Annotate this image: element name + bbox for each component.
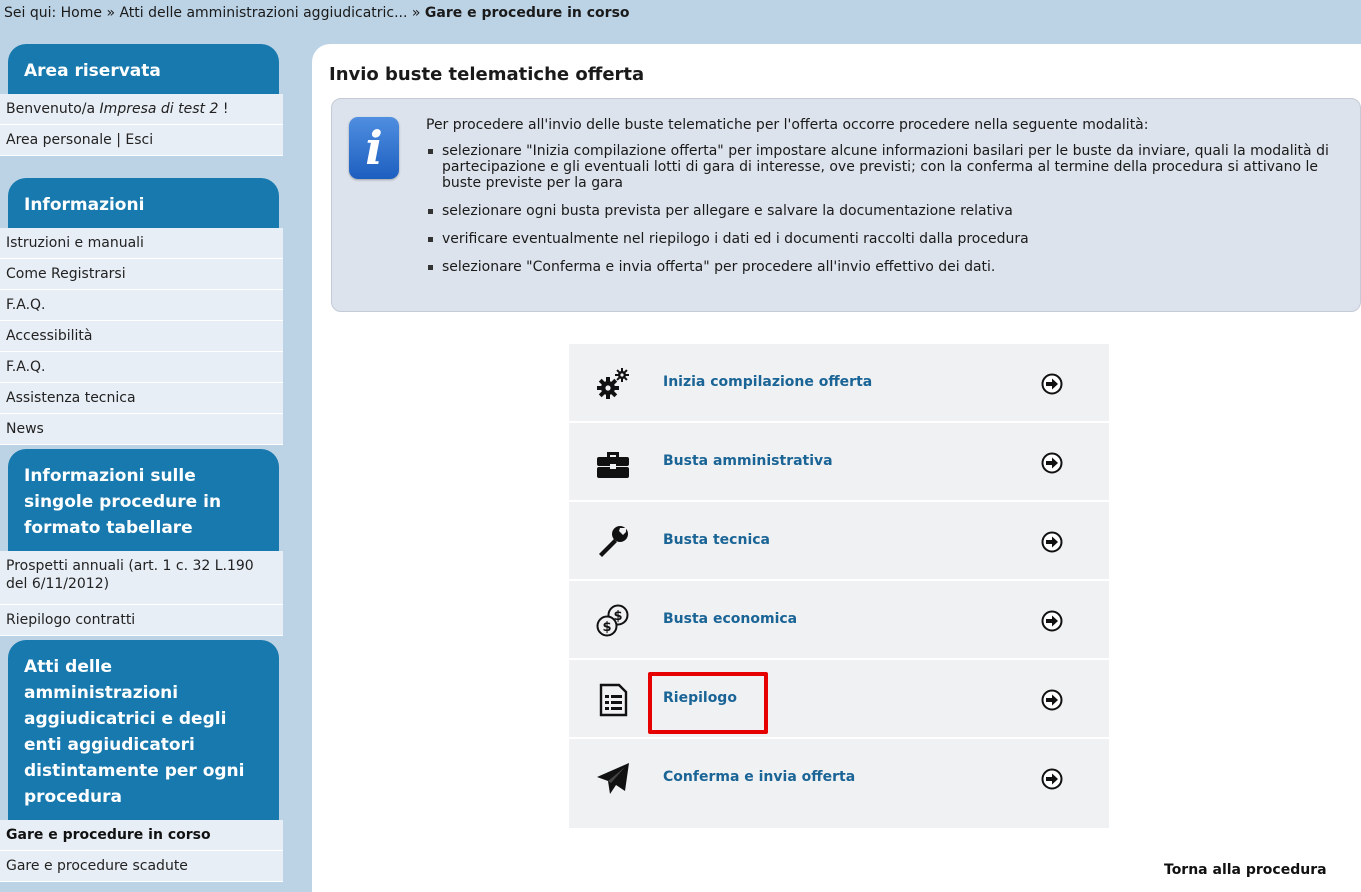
info-box: i Per procedere all'invio delle buste te… [331,98,1361,312]
welcome-prefix: Benvenuto/a [6,101,100,117]
arrow-right-circle-icon[interactable] [1041,610,1063,632]
info-intro: Per procedere all'invio delle buste tele… [426,117,1149,133]
sidebar-item-gare-in-corso[interactable]: Gare e procedure in corso [0,820,283,851]
sidebar-item-gare-scadute[interactable]: Gare e procedure scadute [0,851,283,882]
money-icon: $ $ [596,604,629,637]
sidebar-item-registrarsi[interactable]: Come Registrarsi [0,259,283,290]
informazioni-menu: Istruzioni e manuali Come Registrarsi F.… [0,228,283,445]
sidebar-item-accessibilita[interactable]: Accessibilità [0,321,283,352]
sidebar-item-prospetti[interactable]: Prospetti annuali (art. 1 c. 32 L.190 de… [0,551,283,605]
highlight-box [648,672,768,734]
tabellare-menu: Prospetti annuali (art. 1 c. 32 L.190 de… [0,551,283,636]
tabellare-header: Informazioni sulle singole procedure in … [8,449,279,551]
gears-icon [597,368,629,399]
sidebar-item-riepilogo-contratti[interactable]: Riepilogo contratti [0,605,283,636]
breadcrumb-separator: » [102,5,120,21]
action-busta-amministrativa[interactable]: Busta amministrativa [569,423,1109,502]
info-bullet: selezionare "Inizia compilazione offerta… [426,143,1346,191]
sidebar-item-istruzioni[interactable]: Istruzioni e manuali [0,228,283,259]
sidebar-item-news[interactable]: News [0,414,283,445]
personal-area-link[interactable]: Area personale [6,132,112,148]
action-label[interactable]: Conferma e invia offerta [663,769,855,785]
info-bullet: selezionare "Conferma e invia offerta" p… [426,259,1346,275]
logout-link[interactable]: Esci [125,132,153,148]
list-document-icon [599,683,628,717]
action-label[interactable]: Busta economica [663,611,797,627]
sidebar-item-faq-2[interactable]: F.A.Q. [0,352,283,383]
sidebar: Area riservata Benvenuto/a Impresa di te… [0,44,283,882]
info-bullet: selezionare ogni busta prevista per alle… [426,203,1346,219]
offer-actions: Inizia compilazione offerta Busta ammini… [569,344,1109,828]
breadcrumb-current: Gare e procedure in corso [424,5,630,21]
arrow-right-circle-icon[interactable] [1041,531,1063,553]
link-divider: | [111,132,126,148]
area-riservata-header: Area riservata [8,44,279,94]
sidebar-item-faq[interactable]: F.A.Q. [0,290,283,321]
breadcrumb-parent-link[interactable]: Atti delle amministrazioni aggiudicatric… [119,5,407,21]
breadcrumb-separator: » [407,5,425,21]
briefcase-icon [597,452,629,478]
atti-header: Atti delle amministrazioni aggiudicatric… [8,640,279,820]
breadcrumb-home-link[interactable]: Home [61,5,102,21]
page-title: Invio buste telematiche offerta [329,64,645,85]
info-icon: i [349,117,399,179]
breadcrumb: Sei qui: Home » Atti delle amministrazio… [0,0,1361,44]
welcome-suffix: ! [218,101,229,117]
action-label[interactable]: Inizia compilazione offerta [663,374,872,390]
arrow-right-circle-icon[interactable] [1041,452,1063,474]
paper-plane-icon [597,763,629,794]
breadcrumb-prefix: Sei qui: [4,5,61,21]
area-riservata-body: Benvenuto/a Impresa di test 2 ! Area per… [0,94,283,156]
action-inizia-compilazione[interactable]: Inizia compilazione offerta [569,344,1109,423]
info-bullet: verificare eventualmente nel riepilogo i… [426,231,1346,247]
welcome-text: Benvenuto/a Impresa di test 2 ! [0,94,283,125]
action-label[interactable]: Busta tecnica [663,532,770,548]
informazioni-header: Informazioni [8,178,279,228]
sidebar-item-assistenza[interactable]: Assistenza tecnica [0,383,283,414]
atti-menu: Gare e procedure in corso Gare e procedu… [0,820,283,882]
arrow-right-circle-icon[interactable] [1041,768,1063,790]
welcome-user: Impresa di test 2 [99,101,219,117]
main-panel: Invio buste telematiche offerta i Per pr… [312,44,1361,892]
action-busta-economica[interactable]: $ $ Busta economica [569,581,1109,660]
info-list: selezionare "Inizia compilazione offerta… [426,143,1346,287]
arrow-right-circle-icon[interactable] [1041,373,1063,395]
action-busta-tecnica[interactable]: Busta tecnica [569,502,1109,581]
action-conferma-invia[interactable]: Conferma e invia offerta [569,739,1109,818]
action-label[interactable]: Busta amministrativa [663,453,833,469]
wrench-icon [599,526,628,557]
back-to-procedure-link[interactable]: Torna alla procedura [1164,862,1327,878]
arrow-right-circle-icon[interactable] [1041,689,1063,711]
svg-text:$: $ [602,620,611,635]
svg-text:$: $ [613,609,622,624]
personal-area-row: Area personale | Esci [0,125,283,156]
